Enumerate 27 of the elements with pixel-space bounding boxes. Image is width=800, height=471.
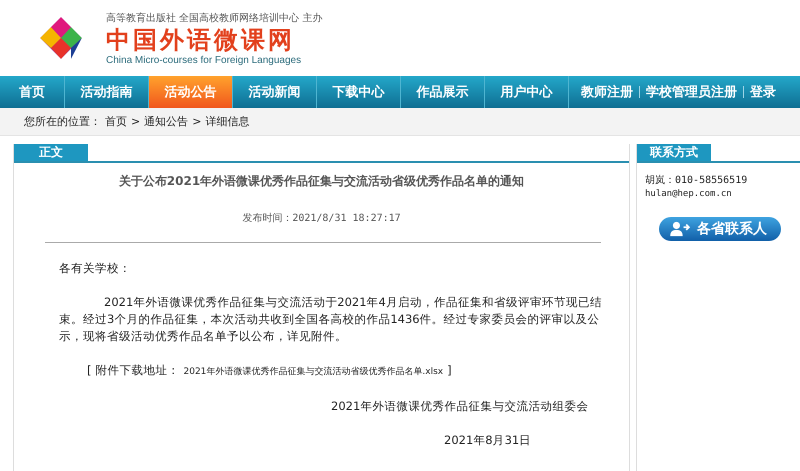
- sponsor-text: 高等教育出版社 全国高校教师网络培训中心 主办: [106, 12, 322, 24]
- person-arrow-icon: [669, 221, 691, 237]
- article-title: 关于公布2021年外语微课优秀作品征集与交流活动省级优秀作品名单的通知: [118, 173, 526, 190]
- greeting-text: 各有关学校：: [59, 260, 132, 277]
- email-text: hulan@hep.com.cn: [645, 189, 733, 199]
- breadcrumb-label: 您所在的位置：: [24, 114, 101, 129]
- breadcrumb-separator: >: [131, 115, 140, 128]
- nav-tab[interactable]: 活动公告: [149, 76, 233, 108]
- bracket-text: [: [87, 362, 92, 379]
- breadcrumb-link[interactable]: 详细信息: [205, 114, 250, 129]
- attachment-link[interactable]: 2021年外语微课优秀作品征集与交流活动省级优秀作品名单.xlsx: [184, 364, 444, 381]
- breadcrumb-link[interactable]: 通知公告: [144, 114, 188, 129]
- bracket-text: ]: [447, 362, 452, 379]
- account-link[interactable]: 学校管理员注册: [646, 83, 737, 101]
- publish-time: 发布时间：2021/8/31 18:27:17: [241, 212, 402, 225]
- account-link[interactable]: 登录: [750, 83, 776, 101]
- site-title: 中国外语微课网: [106, 24, 296, 54]
- attachment-label: 附件下载地址：: [96, 362, 180, 379]
- paragraph-text: 2021年外语微课优秀作品征集与交流活动于2021年4月启动，作品征集和省级评审环节现已结束。经过3个月的作品征集，本次活动共收到全国各高校的作品1436件。经过专家委员会的评审以及公示，现将省级活动优秀作品名单予以公布，详见附件。: [59, 294, 603, 345]
- date-text: 2021年8月31日: [444, 432, 532, 449]
- signature-text: 2021年外语微课优秀作品征集与交流活动组委会: [331, 398, 590, 415]
- breadcrumb-link[interactable]: 首页: [105, 114, 127, 129]
- contact-text: 胡岚：010-58556519: [645, 174, 748, 187]
- site-subtitle: China Micro-courses for Foreign Languages: [106, 54, 302, 66]
- account-link[interactable]: 教师注册: [581, 83, 633, 101]
- breadcrumb-separator: >: [192, 115, 202, 128]
- contacts-button[interactable]: 各省联系人: [659, 217, 781, 241]
